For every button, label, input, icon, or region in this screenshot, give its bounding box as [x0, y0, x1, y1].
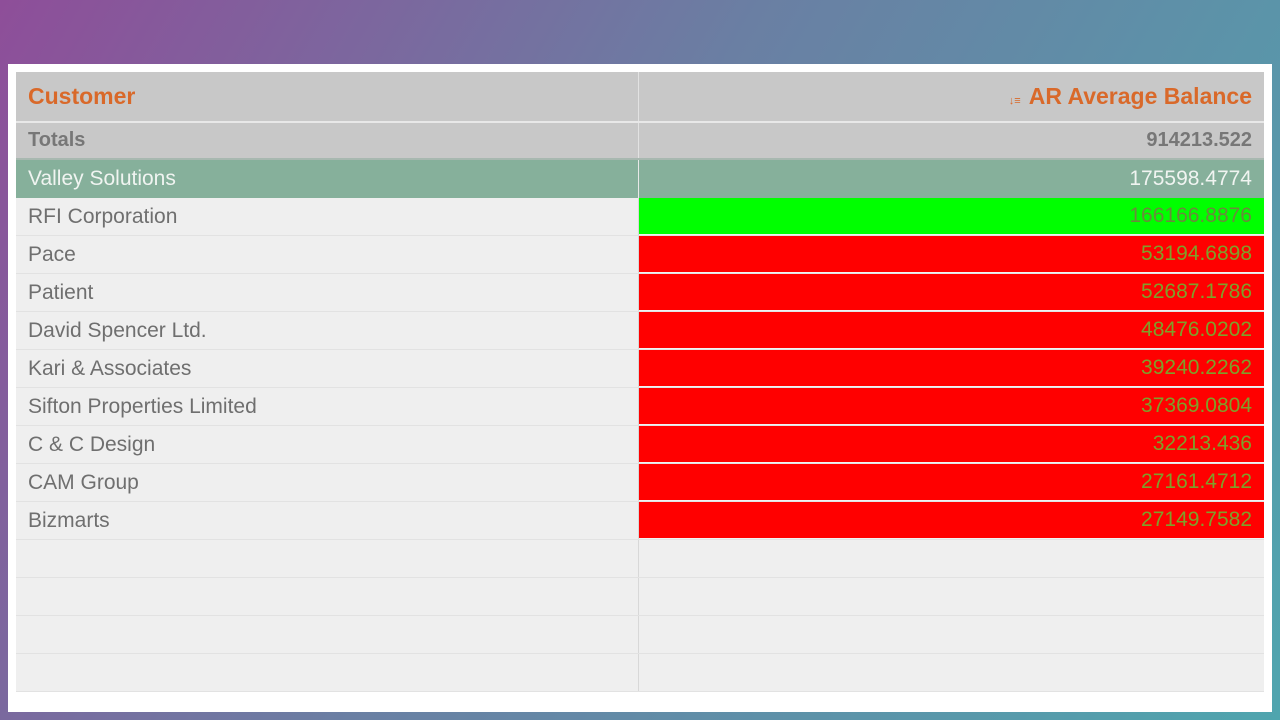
empty-row [16, 578, 1264, 616]
table-row[interactable]: Sifton Properties Limited 37369.0804 [16, 388, 1264, 426]
customer-cell[interactable]: C & C Design [16, 426, 639, 463]
balance-cell[interactable]: 52687.1786 [639, 274, 1264, 311]
balance-cell[interactable]: 53194.6898 [639, 236, 1264, 273]
customer-cell[interactable]: Sifton Properties Limited [16, 388, 639, 425]
customer-cell[interactable]: Kari & Associates [16, 350, 639, 387]
balance-cell[interactable]: 48476.0202 [639, 312, 1264, 349]
table-panel: Customer ↓≡ AR Average Balance Totals 91… [8, 64, 1272, 712]
table-row[interactable]: Kari & Associates 39240.2262 [16, 350, 1264, 388]
totals-row: Totals 914213.522 [16, 123, 1264, 160]
customer-cell[interactable]: CAM Group [16, 464, 639, 501]
empty-cell [16, 578, 639, 615]
empty-cell [16, 654, 639, 691]
empty-cell [16, 540, 639, 577]
table-row[interactable]: Pace 53194.6898 [16, 236, 1264, 274]
balance-cell[interactable]: 175598.4774 [639, 160, 1264, 198]
table-row[interactable]: Bizmarts 27149.7582 [16, 502, 1264, 540]
table-row[interactable]: RFI Corporation 166166.8876 [16, 198, 1264, 236]
customer-cell[interactable]: Patient [16, 274, 639, 311]
empty-cell [639, 540, 1264, 577]
column-header-label: Customer [28, 83, 136, 109]
empty-cell [639, 578, 1264, 615]
table-row[interactable]: David Spencer Ltd. 48476.0202 [16, 312, 1264, 350]
empty-cell [16, 616, 639, 653]
ar-table: Customer ↓≡ AR Average Balance Totals 91… [16, 72, 1264, 704]
balance-cell[interactable]: 27149.7582 [639, 502, 1264, 539]
customer-cell[interactable]: Pace [16, 236, 639, 273]
totals-label: Totals [16, 123, 639, 158]
totals-value: 914213.522 [1146, 129, 1252, 151]
table-row[interactable]: Patient 52687.1786 [16, 274, 1264, 312]
table-row-selected[interactable]: Valley Solutions 175598.4774 [16, 160, 1264, 198]
empty-cell [639, 616, 1264, 653]
table-row[interactable]: CAM Group 27161.4712 [16, 464, 1264, 502]
balance-cell[interactable]: 37369.0804 [639, 388, 1264, 425]
empty-row [16, 540, 1264, 578]
empty-row [16, 616, 1264, 654]
sort-descending-icon[interactable]: ↓≡ [1009, 95, 1021, 107]
customer-cell[interactable]: Valley Solutions [16, 160, 639, 198]
column-header-customer[interactable]: Customer [16, 72, 639, 121]
table-header: Customer ↓≡ AR Average Balance [16, 72, 1264, 123]
column-header-label: AR Average Balance [1028, 83, 1252, 109]
customer-cell[interactable]: RFI Corporation [16, 198, 639, 235]
column-header-ar-average-balance[interactable]: ↓≡ AR Average Balance [639, 72, 1264, 121]
balance-cell[interactable]: 166166.8876 [639, 198, 1264, 235]
balance-cell[interactable]: 39240.2262 [639, 350, 1264, 387]
empty-cell [639, 654, 1264, 691]
balance-cell[interactable]: 32213.436 [639, 426, 1264, 463]
customer-cell[interactable]: David Spencer Ltd. [16, 312, 639, 349]
empty-row [16, 654, 1264, 692]
balance-cell[interactable]: 27161.4712 [639, 464, 1264, 501]
table-row[interactable]: C & C Design 32213.436 [16, 426, 1264, 464]
customer-cell[interactable]: Bizmarts [16, 502, 639, 539]
